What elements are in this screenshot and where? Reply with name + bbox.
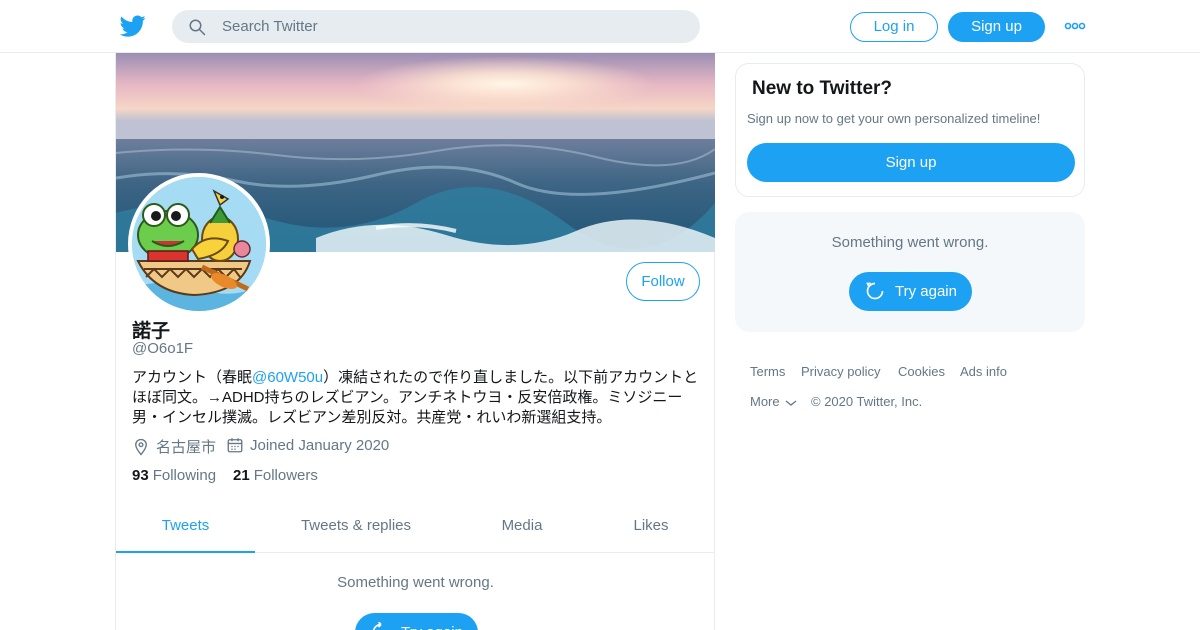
search-input[interactable] (222, 10, 682, 43)
search-bar[interactable] (172, 10, 700, 43)
profile-location: 名古屋市 (132, 436, 216, 457)
tab-tweets[interactable]: Tweets (116, 505, 255, 553)
new-to-twitter-subtitle: Sign up now to get your own personalized… (747, 111, 1041, 126)
calendar-icon (227, 438, 243, 453)
follow-button[interactable]: Follow (626, 262, 700, 301)
refresh-icon (372, 622, 382, 630)
location-text: 名古屋市 (156, 439, 217, 456)
login-button[interactable]: Log in (850, 12, 938, 42)
sidebar-retry-button[interactable]: Try again (849, 272, 972, 311)
location-icon (135, 438, 147, 456)
sidebar-error-card: Something went wrong. Try again (735, 212, 1085, 332)
joined-text: Joined January 2020 (250, 436, 390, 454)
refresh-icon (866, 282, 884, 300)
footer-cookies-link[interactable]: Cookies (898, 364, 945, 379)
followers-count: 21 (233, 467, 250, 484)
footer-more-label: More (750, 394, 780, 409)
signup-button[interactable]: Sign up (948, 12, 1045, 42)
tab-likes[interactable]: Likes (621, 505, 681, 553)
profile-bio: アカウント（春眠@60W50u）凍結されたので作り直しました。以下前アカウントと… (132, 368, 702, 428)
new-to-twitter-card: New to Twitter? Sign up now to get your … (735, 63, 1085, 197)
bio-text-before: アカウント（春眠 (132, 369, 253, 386)
footer-terms-link[interactable]: Terms (750, 364, 785, 379)
following-label: Following (152, 467, 217, 484)
chevron-down-icon (785, 400, 797, 406)
sidebar-signup-button[interactable]: Sign up (747, 143, 1075, 182)
twitter-bird-icon[interactable] (120, 13, 146, 39)
sidebar-error-message: Something went wrong. (831, 234, 989, 251)
sidebar-retry-label: Try again (895, 283, 957, 300)
following-stat[interactable]: 93 Following (132, 467, 216, 484)
new-to-twitter-title: New to Twitter? (752, 78, 893, 99)
search-icon (189, 19, 206, 36)
followers-stat[interactable]: 21 Followers (233, 467, 318, 484)
footer-more-menu[interactable]: More (750, 394, 797, 409)
tab-tweets-replies[interactable]: Tweets & replies (286, 505, 426, 553)
tab-media[interactable]: Media (486, 505, 558, 553)
footer-privacy-link[interactable]: Privacy policy (801, 364, 880, 379)
profile-joined: Joined January 2020 (226, 436, 389, 454)
profile-handle: @O6o1F (132, 340, 194, 357)
profile-column: Follow 諾子 @O6o1F アカウント（春眠@60W50u）凍結されたので… (115, 53, 715, 630)
more-dots-icon[interactable] (1064, 20, 1086, 32)
following-count: 93 (132, 467, 149, 484)
footer-copyright: © 2020 Twitter, Inc. (811, 394, 923, 409)
profile-tabs: Tweets Tweets & replies Media Likes (116, 505, 715, 553)
avatar[interactable] (128, 173, 270, 315)
footer-ads-link[interactable]: Ads info (960, 364, 1007, 379)
timeline-error-message: Something went wrong. (337, 574, 494, 591)
timeline-retry-label: Try again (401, 613, 463, 630)
top-bar: Log in Sign up (0, 0, 1200, 53)
bio-mention-link[interactable]: @60W50u (252, 369, 323, 386)
followers-label: Followers (253, 467, 318, 484)
profile-name: 諾子 (132, 321, 171, 342)
timeline-retry-button[interactable]: Try again (355, 613, 478, 630)
